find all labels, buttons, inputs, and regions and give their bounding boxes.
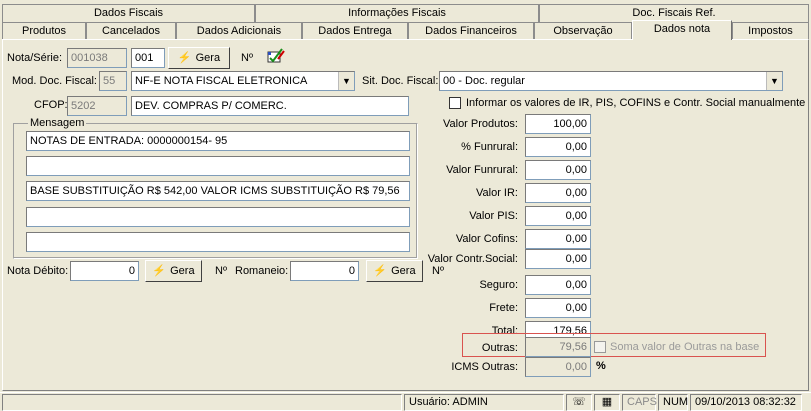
- valor-ir-label: Valor IR:: [476, 187, 518, 199]
- status-user: Usuário: ADMIN: [404, 394, 564, 411]
- chevron-down-icon[interactable]: ▼: [338, 72, 354, 90]
- status-datetime: 09/10/2013 08:32:32: [690, 394, 802, 411]
- soma-outras-label: Soma valor de Outras na base: [610, 341, 760, 353]
- nota-debito-field[interactable]: 0: [70, 261, 139, 281]
- valor-pis-field[interactable]: 0,00: [525, 206, 591, 226]
- gera-nota-button[interactable]: ⚡ Gera: [168, 47, 230, 69]
- status-bar: Usuário: ADMIN ☏ ▦ CAPS NUM 09/10/2013 0…: [0, 392, 811, 411]
- tab-informacoes-fiscais[interactable]: Informações Fiscais: [255, 4, 539, 22]
- tab-dados-financeiros[interactable]: Dados Financeiros: [408, 22, 534, 40]
- gera-nota-label: Gera: [195, 52, 221, 64]
- funrural-pct-field[interactable]: 0,00: [525, 137, 591, 157]
- nota-debito-label: Nota Débito:: [7, 265, 69, 277]
- valor-cofins-label: Valor Cofins:: [455, 233, 518, 245]
- tab-cancelados[interactable]: Cancelados: [86, 22, 176, 40]
- mod-doc-select[interactable]: NF-E NOTA FISCAL ELETRONICA ▼: [131, 71, 355, 91]
- mensagem-line-4[interactable]: [26, 207, 410, 227]
- icms-outras-field[interactable]: 0,00: [525, 357, 591, 377]
- lightning-icon: ⚡: [152, 265, 167, 277]
- valor-funrural-label: Valor Funrural:: [446, 164, 518, 176]
- sit-doc-select[interactable]: 00 - Doc. regular ▼: [439, 71, 783, 91]
- nota-debito-n-label: Nº: [215, 265, 227, 277]
- lightning-icon: ⚡: [373, 265, 388, 277]
- mensagem-line-3[interactable]: BASE SUBSTITUIÇÃO R$ 542,00 VALOR ICMS S…: [26, 181, 410, 201]
- gera-debito-button[interactable]: ⚡ Gera: [145, 260, 202, 282]
- manual-values-checkbox[interactable]: [449, 97, 461, 109]
- cfop-label: CFOP:: [34, 99, 68, 111]
- tab-produtos[interactable]: Produtos: [2, 22, 86, 40]
- valor-contr-social-field[interactable]: 0,00: [525, 249, 591, 269]
- valor-ir-field[interactable]: 0,00: [525, 183, 591, 203]
- valor-produtos-field[interactable]: 100,00: [525, 114, 591, 134]
- valor-cofins-field[interactable]: 0,00: [525, 229, 591, 249]
- romaneio-label: Romaneio:: [235, 265, 289, 277]
- outras-field[interactable]: 79,56: [525, 337, 591, 357]
- valor-contr-social-label: Valor Contr.Social:: [427, 253, 518, 265]
- mensagem-line-5[interactable]: [26, 232, 410, 252]
- status-num: NUM: [658, 394, 688, 411]
- icms-outras-label: ICMS Outras:: [451, 361, 518, 373]
- mod-doc-code-field[interactable]: 55: [99, 71, 127, 91]
- mod-doc-label: Mod. Doc. Fiscal:: [12, 75, 97, 87]
- frete-field[interactable]: 0,00: [525, 298, 591, 318]
- mod-doc-value: NF-E NOTA FISCAL ELETRONICA: [135, 75, 308, 87]
- nota-serie-label: Nota/Série:: [7, 52, 63, 64]
- manual-values-label: Informar os valores de IR, PIS, COFINS e…: [466, 97, 806, 109]
- gera-romaneio-button[interactable]: ⚡ Gera: [366, 260, 423, 282]
- romaneio-field[interactable]: 0: [290, 261, 359, 281]
- funrural-pct-label: % Funrural:: [461, 141, 518, 153]
- chevron-down-icon[interactable]: ▼: [766, 72, 782, 90]
- frete-label: Frete:: [489, 302, 518, 314]
- outras-label: Outras:: [481, 342, 518, 354]
- phone-icon: ☏: [566, 394, 592, 411]
- nota-serie-field[interactable]: 001: [131, 48, 165, 68]
- tab-observacao[interactable]: Observação: [534, 22, 632, 40]
- sit-doc-value: 00 - Doc. regular: [443, 75, 525, 87]
- icms-outras-pct: %: [596, 360, 606, 372]
- gera-debito-label: Gera: [170, 265, 195, 277]
- tab-dados-nota[interactable]: Dados nota: [632, 20, 732, 40]
- calculator-icon: ▦: [594, 394, 620, 411]
- valor-produtos-label: Valor Produtos:: [442, 118, 518, 130]
- mensagem-title: Mensagem: [28, 117, 87, 129]
- edit-check-icon[interactable]: [266, 47, 286, 65]
- status-caps: CAPS: [622, 394, 657, 411]
- cfop-desc-field[interactable]: DEV. COMPRAS P/ COMERC.: [131, 96, 409, 116]
- nota-n-label: Nº: [241, 52, 253, 64]
- contr-social-n-label: Nº: [432, 265, 444, 277]
- tab-dados-fiscais[interactable]: Dados Fiscais: [2, 4, 255, 22]
- gera-romaneio-label: Gera: [391, 265, 416, 277]
- status-empty-cell: [2, 394, 402, 411]
- cfop-code-field[interactable]: 5202: [67, 96, 127, 116]
- soma-outras-checkbox[interactable]: [594, 341, 606, 353]
- nota-numero-field[interactable]: 001038: [67, 48, 127, 68]
- tab-dados-entrega[interactable]: Dados Entrega: [302, 22, 408, 40]
- tab-impostos[interactable]: Impostos: [732, 22, 809, 40]
- lightning-icon: ⚡: [177, 52, 192, 64]
- mensagem-line-2[interactable]: [26, 156, 410, 176]
- seguro-label: Seguro:: [479, 279, 518, 291]
- valor-funrural-field[interactable]: 0,00: [525, 160, 591, 180]
- sit-doc-label: Sit. Doc. Fiscal:: [362, 75, 439, 87]
- tab-dados-adicionais[interactable]: Dados Adicionais: [176, 22, 302, 40]
- valor-pis-label: Valor PIS:: [469, 210, 518, 222]
- mensagem-line-1[interactable]: NOTAS DE ENTRADA: 0000000154- 95: [26, 131, 410, 151]
- seguro-field[interactable]: 0,00: [525, 275, 591, 295]
